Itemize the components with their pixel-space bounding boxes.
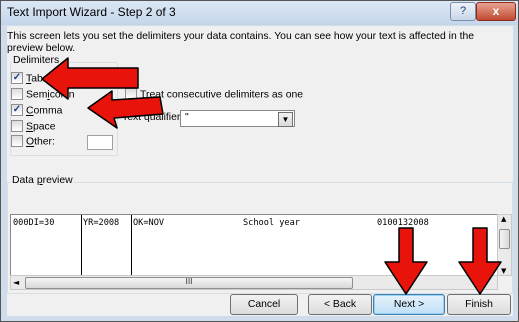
dialog-body: This screen lets you set the delimiters … [7, 26, 513, 316]
preview-cell: OK=NOV [133, 218, 165, 228]
text-qualifier-label: Text qualifier: [122, 112, 184, 123]
data-preview-label: Data preview [11, 175, 74, 186]
preview-cell: YR=2008 [83, 218, 120, 228]
comma-label: Comma [26, 105, 63, 117]
preview-cell: 0100132008 [377, 218, 429, 228]
consecutive-label: Treat consecutive delimiters as one [140, 89, 304, 101]
tab-label: Tab [26, 73, 43, 85]
description-text: This screen lets you set the delimiters … [7, 31, 475, 54]
other-checkbox[interactable] [11, 135, 23, 147]
preview-vertical-scrollbar[interactable]: ▲ ▼ [497, 214, 512, 276]
text-qualifier-select[interactable]: " ▼ [180, 110, 295, 127]
title-bar[interactable]: Text Import Wizard - Step 2 of 3 ? x [1, 1, 518, 25]
close-button[interactable]: x [476, 2, 516, 21]
dialog-window: Text Import Wizard - Step 2 of 3 ? x Thi… [0, 0, 519, 322]
scroll-left-icon[interactable]: ◄ [13, 276, 19, 289]
back-button[interactable]: < Back [308, 294, 372, 315]
help-button[interactable]: ? [450, 2, 476, 21]
scroll-thumb[interactable]: III [25, 277, 353, 289]
cancel-button[interactable]: Cancel [230, 294, 298, 315]
column-break[interactable] [81, 215, 82, 275]
column-break[interactable] [131, 215, 132, 275]
delimiter-tab[interactable]: ✓ Tab [11, 72, 43, 87]
tab-checkbox[interactable]: ✓ [11, 72, 23, 84]
finish-button[interactable]: Finish [447, 294, 511, 315]
consecutive-checkbox[interactable] [125, 88, 137, 100]
scroll-thumb[interactable] [499, 229, 510, 249]
preview-cell: 000DI=30 [13, 218, 55, 228]
preview-cell: School year [243, 218, 300, 228]
scroll-down-icon[interactable]: ▼ [501, 267, 506, 275]
delimiter-comma[interactable]: ✓ Comma [11, 104, 63, 119]
semicolon-label: Semicolon [26, 89, 75, 101]
chevron-down-icon[interactable]: ▼ [278, 112, 293, 127]
next-button[interactable]: Next > [373, 294, 445, 315]
preview-horizontal-scrollbar[interactable]: ◄ III [10, 275, 498, 290]
space-checkbox[interactable] [11, 120, 23, 132]
window-title: Text Import Wizard - Step 2 of 3 [7, 5, 176, 19]
space-label: Space [26, 121, 56, 133]
delimiters-group-label: Delimiters [12, 55, 61, 66]
comma-checkbox[interactable]: ✓ [11, 104, 23, 116]
consecutive-delimiters-option[interactable]: Treat consecutive delimiters as one [125, 88, 304, 103]
data-preview-grid[interactable]: 000DI=30 YR=2008 OK=NOV School year 0100… [10, 214, 498, 276]
other-delimiter-input[interactable] [87, 135, 113, 150]
delimiter-semicolon[interactable]: Semicolon [11, 88, 75, 103]
semicolon-checkbox[interactable] [11, 88, 23, 100]
text-qualifier-value: " [185, 112, 189, 123]
scroll-up-icon[interactable]: ▲ [501, 215, 506, 223]
delimiter-space[interactable]: Space [11, 120, 56, 135]
delimiter-other[interactable]: Other: [11, 135, 115, 150]
other-label: Other: [26, 136, 55, 148]
